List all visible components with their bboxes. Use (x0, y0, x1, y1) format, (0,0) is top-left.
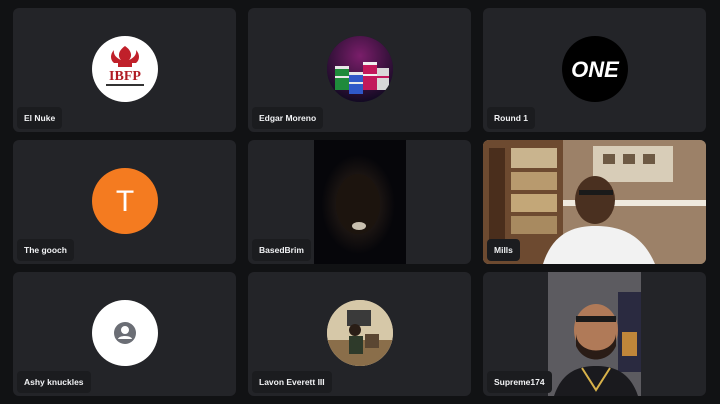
photo-avatar (326, 300, 393, 366)
participant-name: Mills (487, 239, 520, 261)
participant-tile-basedbrim[interactable]: BasedBrim (248, 140, 471, 264)
video-call-grid: IBFP El Nuke Edgar Moreno ONE Round 1 T … (0, 0, 720, 404)
ibfp-logo-avatar: IBFP (91, 36, 158, 102)
participant-name: The gooch (17, 239, 74, 261)
participant-tile-round-1[interactable]: ONE Round 1 (483, 8, 706, 132)
poker-chips-avatar (326, 36, 393, 102)
participant-name: El Nuke (17, 107, 63, 129)
participant-tile-the-gooch[interactable]: T The gooch (13, 140, 236, 264)
webcam-video (314, 140, 406, 264)
one-logo-avatar: ONE (561, 36, 628, 102)
svg-text:ONE: ONE (571, 57, 620, 82)
participant-tile-mills[interactable]: Mills (483, 140, 706, 264)
participant-name: Edgar Moreno (252, 107, 324, 129)
participant-tile-el-nuke[interactable]: IBFP El Nuke (13, 8, 236, 132)
svg-text:IBFP: IBFP (109, 69, 141, 84)
participant-name: Round 1 (487, 107, 535, 129)
webcam-video (548, 272, 641, 396)
participant-name: Supreme174 (487, 371, 552, 393)
participant-name: BasedBrim (252, 239, 311, 261)
participant-tile-ashy-knuckles[interactable]: Ashy knuckles (13, 272, 236, 396)
participant-name: Lavon Everett III (252, 371, 332, 393)
participant-tile-supreme174[interactable]: Supreme174 (483, 272, 706, 396)
default-user-avatar (91, 300, 158, 366)
participant-tile-lavon-everett-iii[interactable]: Lavon Everett III (248, 272, 471, 396)
participant-name: Ashy knuckles (17, 371, 91, 393)
svg-text:T: T (115, 185, 133, 218)
participant-tile-edgar-moreno[interactable]: Edgar Moreno (248, 8, 471, 132)
letter-avatar: T (91, 168, 158, 234)
